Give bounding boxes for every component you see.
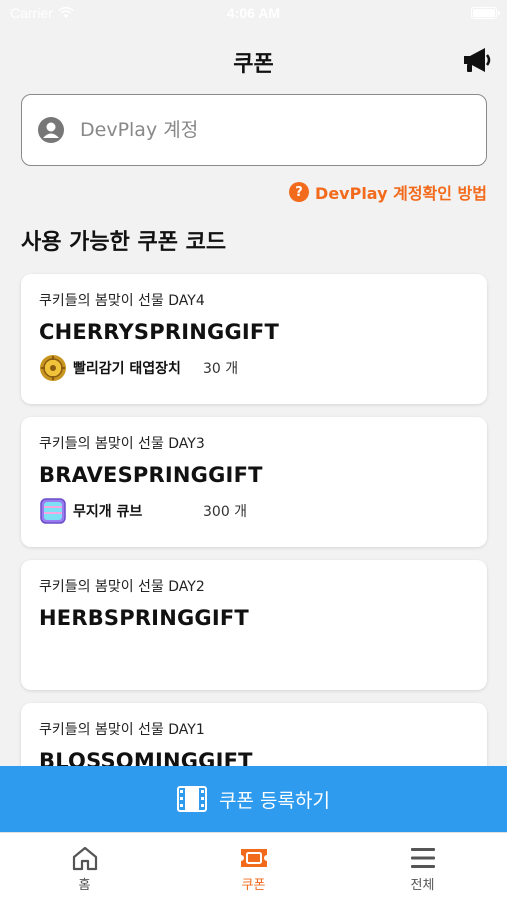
coupon-code[interactable]: CHERRYSPRINGGIFT (39, 320, 469, 344)
section-title: 사용 가능한 쿠폰 코드 (21, 230, 227, 255)
user-icon (38, 117, 64, 143)
home-icon (72, 846, 97, 871)
battery-icon (471, 7, 500, 19)
reward-quantity: 30 개 (203, 361, 239, 377)
coupon-icon (240, 849, 267, 867)
tab-home[interactable]: 홈 (0, 833, 169, 900)
coupon-reward: 빨리감기 태엽장치 30 개 (39, 354, 469, 382)
rainbow-cube-icon (40, 498, 66, 524)
coupon-code[interactable]: BRAVESPRINGGIFT (39, 463, 469, 487)
header: 쿠폰 (0, 40, 507, 80)
tab-label: 쿠폰 (241, 878, 266, 893)
reward-quantity: 300 개 (203, 504, 248, 520)
account-input[interactable] (80, 119, 440, 141)
coupon-card[interactable]: 쿠키들의 봄맞이 선물 DAY4 CHERRYSPRINGGIFT 빨리감기 태… (21, 274, 487, 404)
tab-coupon[interactable]: 쿠폰 (169, 833, 338, 900)
account-help-link[interactable]: ? DevPlay 계정확인 방법 (289, 180, 487, 204)
tab-all[interactable]: 전체 (338, 833, 507, 900)
tab-bar: 홈 쿠폰 전체 (0, 832, 507, 900)
coupon-reward: 무지개 큐브 300 개 (39, 497, 469, 525)
register-coupon-button[interactable]: 쿠폰 등록하기 (0, 766, 507, 832)
register-button-label: 쿠폰 등록하기 (219, 789, 330, 812)
account-field[interactable] (21, 94, 487, 166)
coupon-event: 쿠키들의 봄맞이 선물 DAY3 (39, 436, 205, 452)
reward-name: 무지개 큐브 (73, 504, 143, 520)
coupon-event: 쿠키들의 봄맞이 선물 DAY1 (39, 722, 205, 738)
question-icon: ? (289, 182, 310, 202)
reward-name: 빨리감기 태엽장치 (73, 361, 181, 377)
page-title: 쿠폰 (233, 52, 274, 77)
coupon-card[interactable]: 쿠키들의 봄맞이 선물 DAY2 HERBSPRINGGIFT (21, 560, 487, 690)
tab-label: 홈 (78, 878, 91, 893)
coupon-event: 쿠키들의 봄맞이 선물 DAY4 (39, 293, 205, 309)
status-bar: Carrier 4:06 AM (0, 0, 507, 28)
film-icon (177, 786, 208, 812)
clockwork-icon (40, 355, 66, 381)
help-link-label: DevPlay 계정확인 방법 (315, 184, 487, 203)
coupon-event: 쿠키들의 봄맞이 선물 DAY2 (39, 579, 205, 595)
coupon-code[interactable]: HERBSPRINGGIFT (39, 606, 469, 630)
tab-label: 전체 (410, 878, 435, 893)
coupon-card[interactable]: 쿠키들의 봄맞이 선물 DAY3 BRAVESPRINGGIFT 무지개 큐브 … (21, 417, 487, 547)
menu-icon (410, 848, 435, 868)
clock: 4:06 AM (226, 5, 281, 21)
megaphone-icon[interactable] (461, 44, 493, 76)
